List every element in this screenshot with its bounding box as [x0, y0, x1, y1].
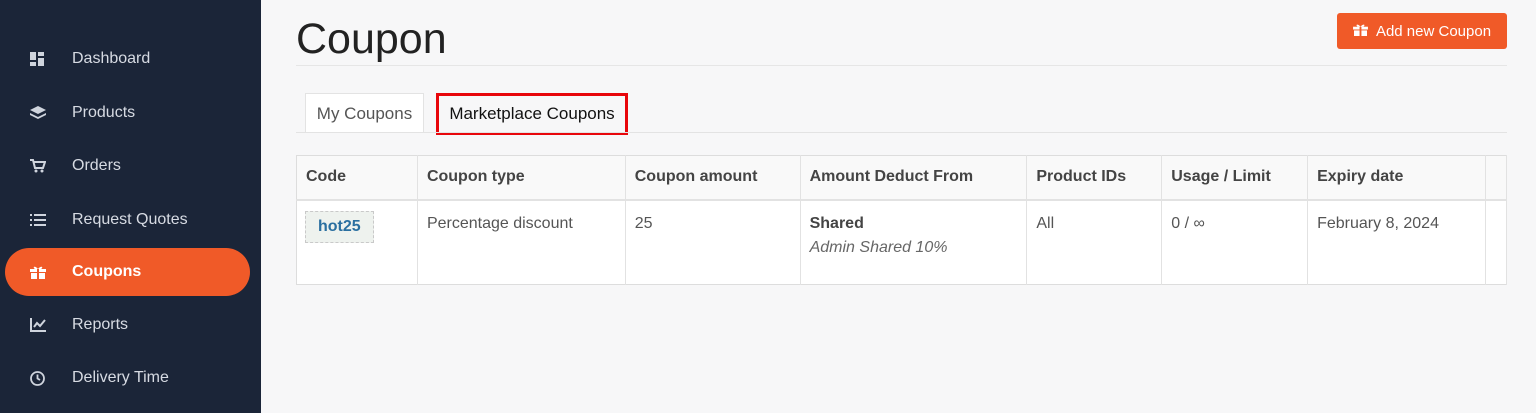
sidebar-item-reports[interactable]: Reports [5, 301, 250, 349]
column-header[interactable]: Amount Deduct From [800, 155, 1028, 201]
code-cell: hot25 [296, 199, 418, 285]
table-row: hot25 Percentage discount 25 Shared Admi… [296, 199, 1508, 285]
divider [296, 65, 1507, 66]
sidebar-item-orders[interactable]: Orders [5, 142, 250, 190]
sidebar-item-request-quotes[interactable]: Request Quotes [5, 196, 250, 244]
coupon-code-badge[interactable]: hot25 [305, 210, 374, 243]
divider [296, 132, 1507, 133]
column-header[interactable]: Usage / Limit [1161, 155, 1309, 201]
sidebar-item-label: Dashboard [72, 50, 151, 67]
sidebar-item-products[interactable]: Products [5, 89, 250, 137]
chart-icon [30, 318, 60, 332]
sidebar: Dashboard Products Orders Request Quotes… [0, 0, 261, 413]
product-ids-cell: All [1026, 199, 1163, 285]
coupons-table: Code Coupon type Coupon amount Amount De… [296, 155, 1508, 285]
products-icon [30, 106, 60, 120]
coupon-type-cell: Percentage discount [417, 199, 626, 285]
deduct-from-main: Shared [809, 214, 864, 232]
table-header-row: Code Coupon type Coupon amount Amount De… [296, 155, 1508, 201]
gift-icon [30, 265, 60, 279]
expiry-date-cell: February 8, 2024 [1307, 199, 1486, 285]
column-header[interactable]: Expiry date [1307, 155, 1486, 201]
sidebar-item-delivery-time[interactable]: Delivery Time [5, 354, 250, 402]
sidebar-item-label: Products [72, 104, 136, 121]
cart-icon [30, 159, 60, 173]
empty-cell [1485, 199, 1508, 285]
gift-icon [1353, 23, 1368, 40]
list-icon [30, 213, 60, 227]
main-content: Coupon Add new Coupon My Coupons Marketp… [261, 0, 1536, 413]
sidebar-item-coupons[interactable]: Coupons [5, 248, 250, 296]
deduct-from-sub: Admin Shared 10% [809, 238, 948, 256]
add-new-coupon-button[interactable]: Add new Coupon [1337, 13, 1507, 49]
column-header-empty [1485, 155, 1508, 201]
tab-marketplace-coupons[interactable]: Marketplace Coupons [436, 93, 628, 135]
column-header[interactable]: Product IDs [1026, 155, 1163, 201]
sidebar-item-label: Coupons [72, 263, 142, 280]
sidebar-item-label: Reports [72, 316, 129, 333]
sidebar-item-label: Delivery Time [72, 369, 169, 386]
usage-limit-cell: 0 / ∞ [1161, 199, 1309, 285]
column-header[interactable]: Coupon type [417, 155, 626, 201]
dashboard-icon [30, 52, 60, 66]
tab-my-coupons[interactable]: My Coupons [305, 93, 424, 133]
add-button-label: Add new Coupon [1375, 22, 1492, 40]
coupon-amount-cell: 25 [625, 199, 801, 285]
sidebar-item-label: Orders [72, 157, 121, 174]
deduct-from-cell: Shared Admin Shared 10% [800, 199, 1028, 285]
clock-icon [30, 370, 60, 386]
sidebar-item-label: Request Quotes [72, 211, 188, 228]
sidebar-item-dashboard[interactable]: Dashboard [5, 35, 250, 83]
column-header[interactable]: Code [296, 155, 418, 201]
column-header[interactable]: Coupon amount [625, 155, 801, 201]
page-title: Coupon [296, 15, 447, 63]
